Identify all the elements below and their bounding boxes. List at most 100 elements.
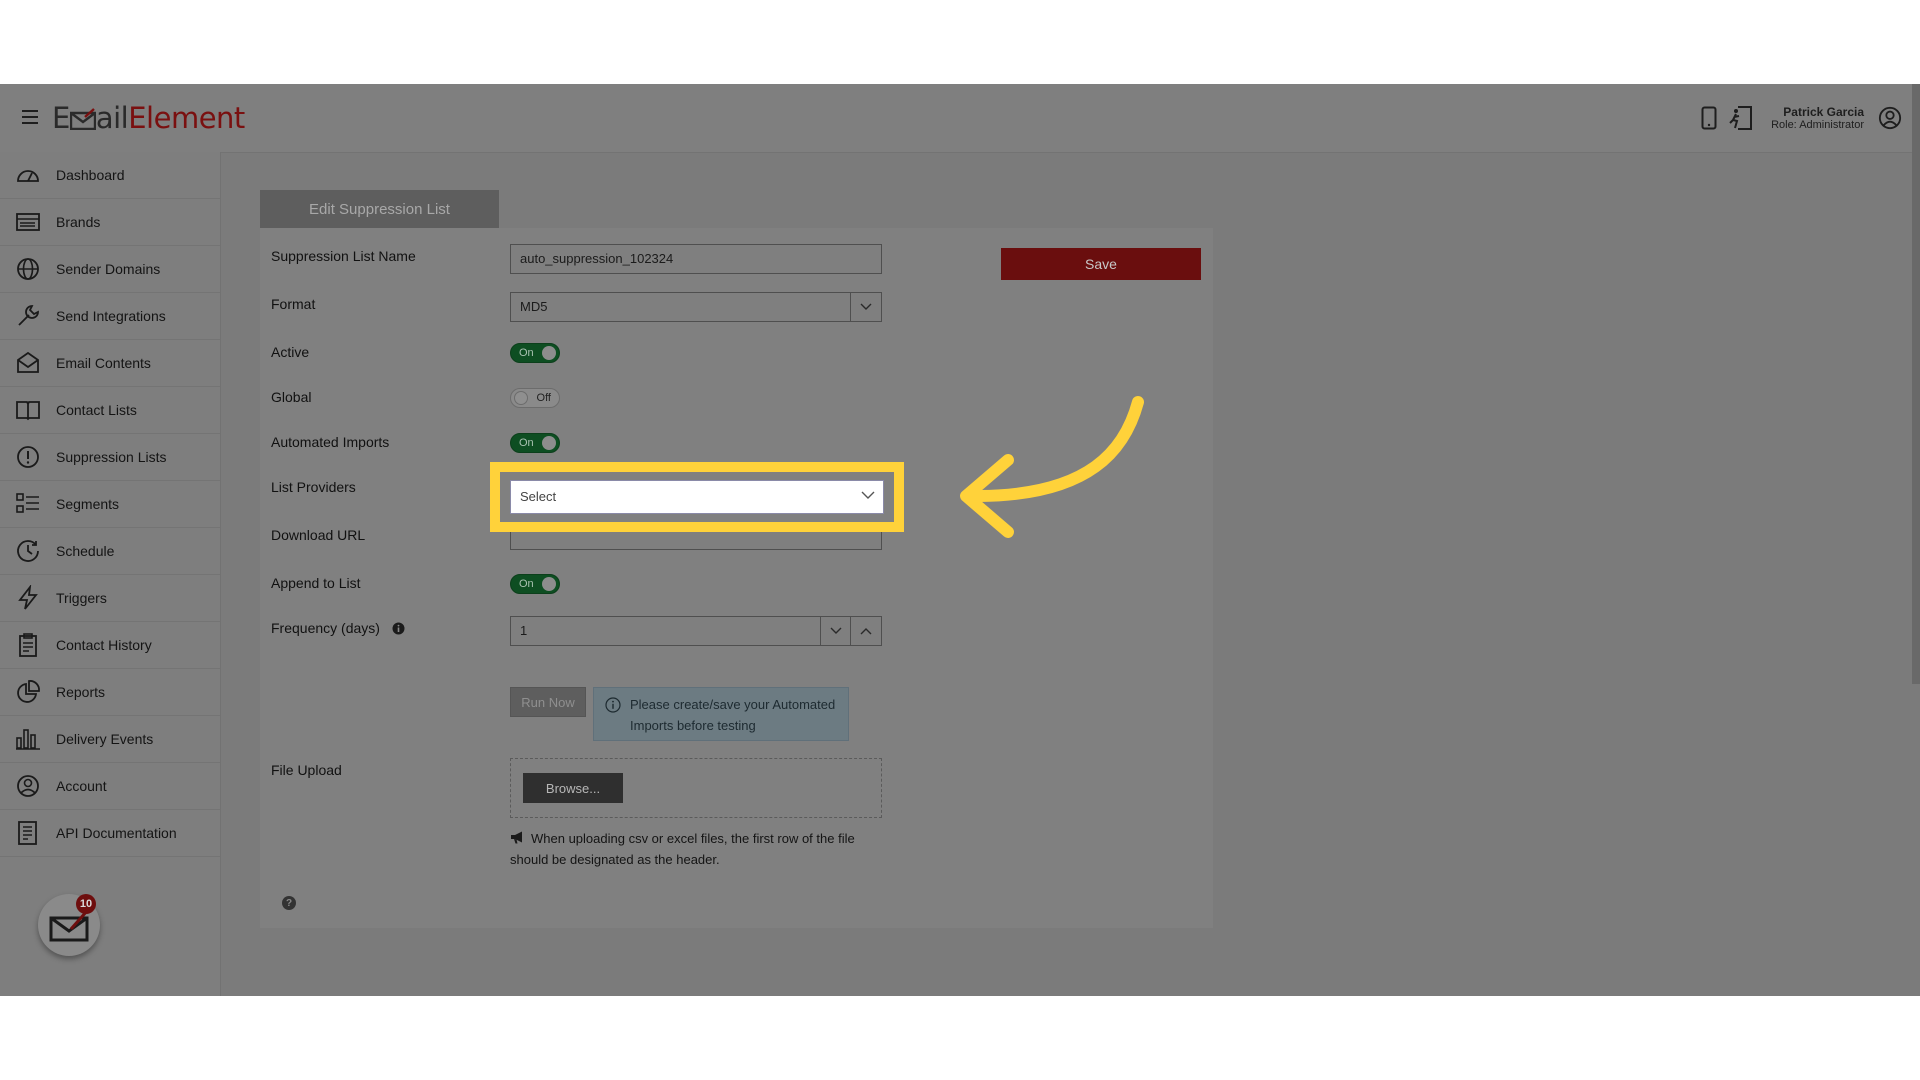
list-providers-select[interactable]: Select xyxy=(510,480,884,514)
suppression-name-label: Suppression List Name xyxy=(271,248,416,264)
sidebar-item-dashboard[interactable]: Dashboard xyxy=(0,152,220,199)
help-icon[interactable]: ? xyxy=(282,896,296,910)
sidebar-item-label: Schedule xyxy=(56,543,115,559)
save-button[interactable]: Save xyxy=(1001,248,1201,280)
sidebar-item-contact-lists[interactable]: Contact Lists xyxy=(0,387,220,434)
brands-icon xyxy=(16,213,40,231)
clock-icon xyxy=(17,540,39,562)
download-url-label: Download URL xyxy=(271,527,366,543)
frequency-label: Frequency (days) xyxy=(271,620,405,636)
append-toggle-state: On xyxy=(519,578,534,590)
automated-imports-label: Automated Imports xyxy=(271,434,390,450)
envelope-icon xyxy=(17,351,39,373)
sidebar-item-label: Reports xyxy=(56,684,106,700)
sidebar-item-api-documentation[interactable]: API Documentation xyxy=(0,810,220,857)
chevron-down-icon[interactable] xyxy=(861,490,875,500)
format-select[interactable]: MD5 xyxy=(510,292,882,322)
increment-chevron-up-icon[interactable] xyxy=(850,617,881,645)
global-toggle[interactable]: Off xyxy=(510,388,560,408)
pie-chart-icon xyxy=(17,680,40,703)
file-upload-dropzone[interactable]: Browse... xyxy=(510,758,882,818)
sidebar-item-label: Triggers xyxy=(56,590,107,606)
sidebar-item-label: Delivery Events xyxy=(56,731,154,747)
frequency-label-text: Frequency (days) xyxy=(271,620,380,636)
sidebar-item-sender-domains[interactable]: Sender Domains xyxy=(0,246,220,293)
suppression-name-input[interactable]: auto_suppression_102324 xyxy=(510,244,882,274)
active-toggle[interactable]: On xyxy=(510,343,560,363)
form-panel: Suppression List Name auto_suppression_1… xyxy=(260,228,1213,928)
page-scrollbar[interactable] xyxy=(1912,84,1920,684)
megaphone-icon xyxy=(511,831,522,844)
sidebar-item-label: API Documentation xyxy=(56,825,177,841)
segments-icon xyxy=(16,493,39,513)
info-message-text: Please create/save your Automated Import… xyxy=(630,697,836,733)
alert-circle-icon xyxy=(17,446,39,468)
frequency-stepper[interactable]: 1 xyxy=(510,616,882,646)
info-message: Please create/save your Automated Import… xyxy=(593,687,849,741)
append-to-list-toggle[interactable]: On xyxy=(510,574,560,594)
toggle-knob xyxy=(542,346,556,360)
info-icon[interactable] xyxy=(392,622,405,635)
sidebar-item-reports[interactable]: Reports xyxy=(0,669,220,716)
frequency-value: 1 xyxy=(520,623,528,638)
sidebar-item-label: Dashboard xyxy=(56,167,125,183)
info-circle-icon xyxy=(605,697,621,713)
sidebar-item-delivery-events[interactable]: Delivery Events xyxy=(0,716,220,763)
sidebar-item-email-contents[interactable]: Email Contents xyxy=(0,340,220,387)
hamburger-menu-icon[interactable] xyxy=(22,110,38,124)
active-label: Active xyxy=(271,344,310,360)
append-to-list-label: Append to List xyxy=(271,575,361,591)
lightning-icon xyxy=(18,585,38,610)
list-providers-label: List Providers xyxy=(271,479,356,495)
sidebar: Dashboard Brands Sender Domains Send Int… xyxy=(0,152,221,996)
automated-imports-toggle[interactable]: On xyxy=(510,433,560,453)
sidebar-item-schedule[interactable]: Schedule xyxy=(0,528,220,575)
format-value: MD5 xyxy=(520,299,548,314)
sidebar-item-account[interactable]: Account xyxy=(0,763,220,810)
tab-edit-suppression-list[interactable]: Edit Suppression List xyxy=(260,190,499,228)
user-info: Patrick Garcia Role: Administrator xyxy=(1771,105,1864,131)
sidebar-item-suppression-lists[interactable]: Suppression Lists xyxy=(0,434,220,481)
active-toggle-state: On xyxy=(519,347,534,359)
toggle-knob xyxy=(542,577,556,591)
sidebar-item-label: Contact Lists xyxy=(56,402,137,418)
sidebar-item-label: Sender Domains xyxy=(56,261,161,277)
sidebar-item-brands[interactable]: Brands xyxy=(0,199,220,246)
logo-ail: ail xyxy=(95,101,129,135)
file-upload-label: File Upload xyxy=(271,762,342,778)
sidebar-item-contact-history[interactable]: Contact History xyxy=(0,622,220,669)
sidebar-item-label: Contact History xyxy=(56,637,152,653)
sidebar-item-label: Account xyxy=(56,778,107,794)
pointer-arrow-icon xyxy=(960,396,1144,538)
app-logo[interactable]: EailElement xyxy=(52,98,245,138)
user-avatar-icon[interactable] xyxy=(1878,104,1902,132)
sidebar-item-triggers[interactable]: Triggers xyxy=(0,575,220,622)
notification-button[interactable]: 10 xyxy=(38,894,100,956)
global-label: Global xyxy=(271,389,312,405)
wrench-icon xyxy=(18,305,39,326)
logo-envelope-icon xyxy=(69,108,97,131)
user-role: Role: Administrator xyxy=(1771,119,1864,131)
chevron-down-icon[interactable] xyxy=(850,293,881,321)
run-now-button[interactable]: Run Now xyxy=(510,687,586,717)
user-name: Patrick Garcia xyxy=(1783,105,1864,119)
sidebar-item-send-integrations[interactable]: Send Integrations xyxy=(0,293,220,340)
globe-icon xyxy=(17,258,39,280)
document-icon xyxy=(18,821,37,845)
sidebar-item-label: Brands xyxy=(56,214,101,230)
user-circle-icon xyxy=(17,775,39,797)
sidebar-item-label: Send Integrations xyxy=(56,308,166,324)
upload-note: When uploading csv or excel files, the f… xyxy=(510,828,890,870)
sidebar-item-segments[interactable]: Segments xyxy=(0,481,220,528)
logout-icon[interactable] xyxy=(1729,104,1753,132)
logo-e: E xyxy=(52,101,70,135)
list-providers-value: Select xyxy=(520,489,557,504)
mobile-preview-icon[interactable] xyxy=(1697,104,1721,132)
browse-button[interactable]: Browse... xyxy=(523,773,623,803)
toggle-knob xyxy=(542,436,556,450)
decrement-chevron-down-icon[interactable] xyxy=(820,617,851,645)
top-right-tools: Patrick Garcia Role: Administrator xyxy=(1697,98,1902,138)
bar-chart-icon xyxy=(16,729,40,750)
sidebar-item-label: Email Contents xyxy=(56,355,151,371)
upload-note-text: When uploading csv or excel files, the f… xyxy=(510,831,855,867)
